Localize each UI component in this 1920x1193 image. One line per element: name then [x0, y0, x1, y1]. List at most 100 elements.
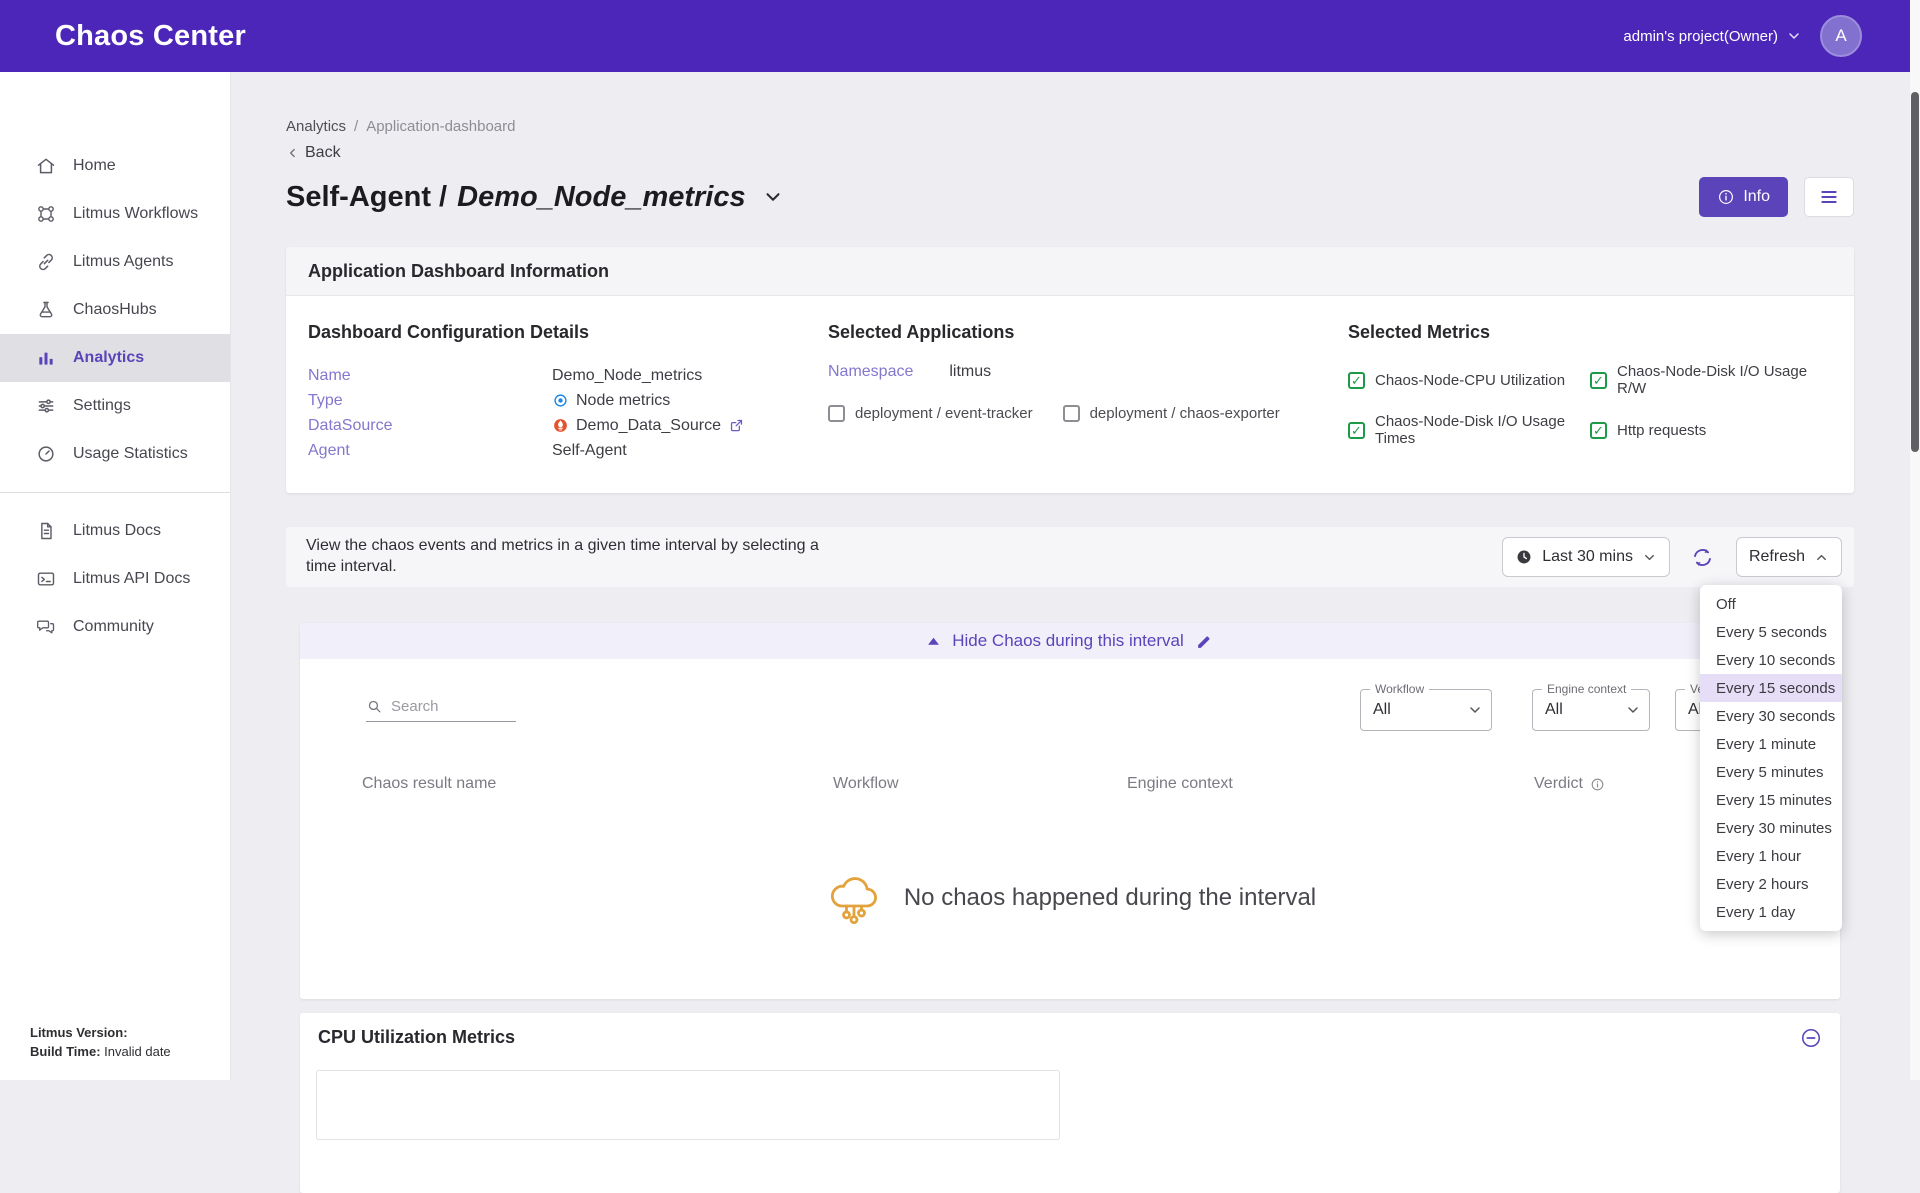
litmus-version-label: Litmus Version: [30, 1025, 128, 1040]
metric-checkbox-cpu-utilization[interactable]: ✓ Chaos-Node-CPU Utilization [1348, 363, 1590, 397]
checkbox-unchecked-icon[interactable] [1063, 405, 1080, 422]
document-icon [36, 521, 56, 541]
back-button[interactable]: Back [286, 143, 1854, 163]
info-icon [1717, 188, 1735, 206]
sidebar-item-settings[interactable]: Settings [0, 382, 230, 430]
dashboard-switcher-chevron-icon[interactable] [762, 186, 784, 208]
sidebar-item-label: Litmus Docs [73, 522, 161, 540]
home-icon [36, 156, 56, 176]
menu-item-every-1-day[interactable]: Every 1 day [1700, 898, 1842, 926]
pencil-icon[interactable] [1196, 633, 1213, 650]
sidebar-item-litmus-docs[interactable]: Litmus Docs [0, 507, 230, 555]
empty-state-message: No chaos happened during the interval [904, 884, 1316, 912]
search-input[interactable] [391, 698, 506, 715]
checkbox-unchecked-icon[interactable] [828, 405, 845, 422]
cpu-chart-panel [316, 1070, 1060, 1140]
metric-checkbox-disk-io-times[interactable]: ✓ Chaos-Node-Disk I/O Usage Times [1348, 413, 1590, 447]
chaos-table-card: Hide Chaos during this interval Workflow… [300, 623, 1840, 999]
config-label: DataSource [308, 417, 552, 435]
empty-state: No chaos happened during the interval [300, 823, 1840, 973]
application-checkbox-event-tracker[interactable]: deployment / event-tracker [828, 405, 1033, 422]
checkbox-label: deployment / event-tracker [855, 405, 1033, 422]
caret-up-icon [927, 636, 940, 646]
project-picker[interactable]: admin's project(Owner) [1623, 28, 1802, 45]
metric-label: Chaos-Node-CPU Utilization [1375, 372, 1565, 389]
dashboard-name: Demo_Node_metrics [457, 181, 746, 214]
sidebar-item-label: Settings [73, 397, 131, 415]
sidebar-item-label: Community [73, 618, 154, 636]
info-circle-icon[interactable] [1590, 777, 1605, 792]
project-name: admin's project(Owner) [1623, 28, 1778, 45]
external-link-icon[interactable] [728, 417, 745, 434]
agent-name: Self-Agent / [286, 181, 447, 214]
config-row-name: Name Demo_Node_metrics [308, 363, 828, 388]
config-value: Node metrics [552, 392, 828, 410]
menu-item-every-30-seconds[interactable]: Every 30 seconds [1700, 702, 1842, 730]
chevron-up-icon [1814, 550, 1829, 565]
checkbox-checked-icon[interactable]: ✓ [1348, 422, 1365, 439]
menu-item-every-5-minutes[interactable]: Every 5 minutes [1700, 758, 1842, 786]
engine-context-filter-label: Engine context [1542, 682, 1631, 696]
info-button[interactable]: Info [1699, 177, 1788, 217]
application-checkbox-chaos-exporter[interactable]: deployment / chaos-exporter [1063, 405, 1280, 422]
workflow-filter-select[interactable]: Workflow All [1360, 689, 1492, 731]
time-range-value: Last 30 mins [1542, 548, 1633, 566]
checkbox-checked-icon[interactable]: ✓ [1590, 372, 1607, 389]
menu-item-every-5-seconds[interactable]: Every 5 seconds [1700, 618, 1842, 646]
sidebar-item-litmus-workflows[interactable]: Litmus Workflows [0, 190, 230, 238]
refresh-interval-menu: Off Every 5 seconds Every 10 seconds Eve… [1700, 585, 1842, 931]
dashboard-information-card: Application Dashboard Information Dashbo… [286, 247, 1854, 493]
info-button-label: Info [1743, 188, 1770, 206]
agents-icon [36, 252, 56, 272]
refresh-now-button[interactable] [1688, 546, 1718, 569]
engine-context-filter-select[interactable]: Engine context All [1532, 689, 1650, 731]
refresh-icon [1691, 546, 1714, 569]
sidebar-item-home[interactable]: Home [0, 142, 230, 190]
menu-item-every-2-hours[interactable]: Every 2 hours [1700, 870, 1842, 898]
config-label: Type [308, 392, 552, 410]
engine-context-filter-value: All [1545, 701, 1563, 719]
breadcrumb-separator: / [354, 118, 358, 135]
hide-chaos-toggle[interactable]: Hide Chaos during this interval [300, 623, 1840, 659]
search-icon [366, 698, 383, 715]
breadcrumb-analytics[interactable]: Analytics [286, 118, 346, 135]
page-scrollbar[interactable] [1910, 0, 1920, 1080]
menu-item-every-15-seconds[interactable]: Every 15 seconds [1700, 674, 1842, 702]
sidebar-item-analytics[interactable]: Analytics [0, 334, 230, 382]
main-content: Analytics / Application-dashboard Back S… [230, 72, 1920, 1193]
dashboard-information-header: Application Dashboard Information [286, 247, 1854, 296]
checkbox-checked-icon[interactable]: ✓ [1590, 422, 1607, 439]
back-label: Back [305, 144, 341, 162]
sidebar-item-litmus-agents[interactable]: Litmus Agents [0, 238, 230, 286]
menu-item-every-1-minute[interactable]: Every 1 minute [1700, 730, 1842, 758]
menu-item-every-30-minutes[interactable]: Every 30 minutes [1700, 814, 1842, 842]
namespace-label: Namespace [828, 363, 913, 381]
config-row-datasource: DataSource Demo_Data_Source [308, 413, 828, 438]
time-range-select[interactable]: Last 30 mins [1502, 537, 1670, 577]
checkbox-label: deployment / chaos-exporter [1090, 405, 1280, 422]
menu-item-every-1-hour[interactable]: Every 1 hour [1700, 842, 1842, 870]
scrollbar-thumb[interactable] [1911, 92, 1919, 452]
menu-item-off[interactable]: Off [1700, 590, 1842, 618]
metric-checkbox-http-requests[interactable]: ✓ Http requests [1590, 413, 1832, 447]
avatar-initial: A [1835, 26, 1846, 46]
menu-item-every-10-seconds[interactable]: Every 10 seconds [1700, 646, 1842, 674]
collapse-minus-icon[interactable] [1800, 1027, 1822, 1049]
hide-chaos-label: Hide Chaos during this interval [952, 631, 1184, 651]
workflows-icon [36, 204, 56, 224]
selected-metrics-title: Selected Metrics [1348, 322, 1832, 343]
chat-icon [36, 617, 56, 637]
avatar[interactable]: A [1820, 15, 1862, 57]
metric-label: Http requests [1617, 422, 1706, 439]
metric-checkbox-disk-io-rw[interactable]: ✓ Chaos-Node-Disk I/O Usage R/W [1590, 363, 1832, 397]
checkbox-checked-icon[interactable]: ✓ [1348, 372, 1365, 389]
sidebar-item-chaoshubs[interactable]: ChaosHubs [0, 286, 230, 334]
menu-item-every-15-minutes[interactable]: Every 15 minutes [1700, 786, 1842, 814]
refresh-interval-select[interactable]: Refresh [1736, 537, 1842, 577]
sidebar-item-usage-statistics[interactable]: Usage Statistics [0, 430, 230, 478]
dashboard-options-button[interactable] [1804, 177, 1854, 217]
refresh-select-label: Refresh [1749, 548, 1805, 566]
sidebar: Home Litmus Workflows Litmus Agents Chao… [0, 72, 230, 1080]
sidebar-item-litmus-api-docs[interactable]: Litmus API Docs [0, 555, 230, 603]
sidebar-item-community[interactable]: Community [0, 603, 230, 651]
